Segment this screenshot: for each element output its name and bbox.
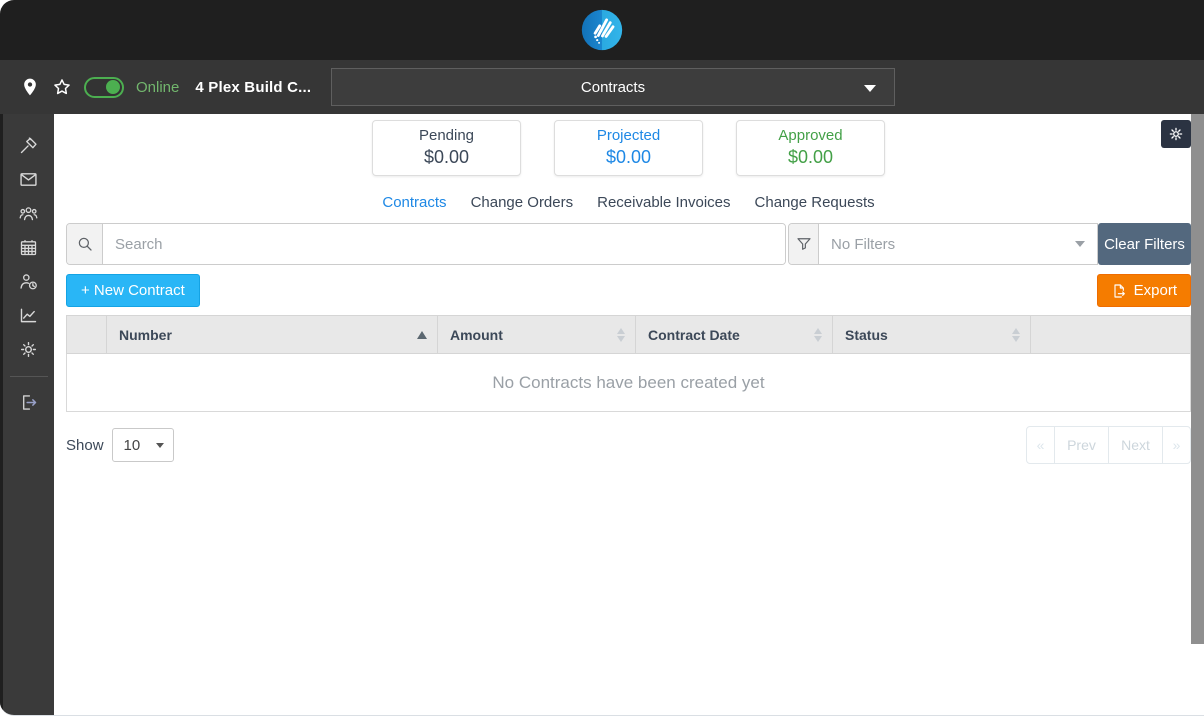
search-icon: [78, 237, 92, 251]
calendar-icon: [20, 239, 37, 255]
export-file-icon: [1114, 283, 1125, 298]
stat-card-pending: Pending $0.00: [372, 120, 521, 176]
contracts-table: Number Amount Contract Date Status No Co…: [66, 315, 1191, 412]
column-actions: [1030, 315, 1191, 354]
stat-value: $0.00: [605, 147, 652, 168]
settings-button[interactable]: [1161, 120, 1191, 148]
actions-row: + New Contract Export: [66, 274, 1191, 307]
show-label: Show: [66, 436, 104, 454]
column-label: Amount: [450, 326, 503, 343]
location-pin-icon[interactable]: [20, 77, 40, 97]
chevron-down-icon: [1075, 241, 1085, 247]
tab-contracts[interactable]: Contracts: [382, 194, 446, 211]
filter-group: No Filters: [788, 223, 1098, 265]
empty-state-row: No Contracts have been created yet: [66, 353, 1191, 412]
tab-receivable-invoices[interactable]: Receivable Invoices: [597, 194, 730, 211]
sort-icon[interactable]: [814, 327, 822, 342]
sidebar-item-time-tracker[interactable]: [3, 264, 54, 298]
column-status[interactable]: Status: [832, 315, 1031, 354]
page-size-select[interactable]: 10: [111, 428, 174, 462]
column-label: Contract Date: [648, 326, 740, 343]
online-toggle[interactable]: [84, 76, 124, 98]
column-label: Status: [845, 326, 888, 343]
sidebar-divider: [9, 376, 48, 377]
sort-icon[interactable]: [1012, 327, 1020, 342]
column-label: Number: [119, 326, 172, 343]
module-dropdown-value: Contracts: [580, 78, 646, 96]
scrollbar-thumb[interactable]: [1191, 114, 1204, 644]
sidebar-item-messages[interactable]: [3, 162, 54, 196]
next-page-button[interactable]: Next: [1108, 426, 1163, 464]
chevron-down-icon: [864, 85, 876, 92]
filter-select[interactable]: No Filters: [819, 224, 1097, 264]
stat-label: Approved: [778, 127, 843, 145]
page-size-group: Show 10: [66, 428, 174, 462]
filter-addon: [789, 224, 819, 264]
toggle-knob: [106, 80, 120, 94]
pagination: « Prev Next »: [1026, 426, 1191, 464]
gear-icon: [1169, 127, 1183, 141]
online-status-label: Online: [136, 78, 180, 96]
empty-state-message: No Contracts have been created yet: [492, 372, 765, 392]
sidebar-item-team[interactable]: [3, 196, 54, 230]
app-window: Online 4 Plex Build C... Contracts Pendi…: [0, 0, 1204, 720]
sidebar-item-reports[interactable]: [3, 298, 54, 332]
stat-card-approved: Approved $0.00: [736, 120, 885, 176]
page-size-value: 10: [123, 436, 141, 454]
column-spacer: [66, 315, 107, 354]
table-footer: Show 10 « Prev Next »: [66, 426, 1191, 464]
star-icon[interactable]: [52, 77, 72, 97]
stat-card-projected: Projected $0.00: [554, 120, 703, 176]
logout-icon: [22, 394, 37, 410]
search-input[interactable]: [103, 224, 785, 264]
sidebar-item-admin[interactable]: [3, 332, 54, 366]
sort-asc-icon[interactable]: [417, 330, 427, 339]
stat-value: $0.00: [423, 147, 470, 168]
project-name[interactable]: 4 Plex Build C...: [195, 79, 311, 96]
sidebar-nav: [0, 114, 54, 715]
clear-filters-button[interactable]: Clear Filters: [1098, 223, 1191, 265]
chart-icon: [20, 308, 37, 322]
export-button-label: Export: [1133, 282, 1177, 299]
column-number[interactable]: Number: [106, 315, 438, 354]
chevron-down-icon: [155, 442, 164, 448]
table-header-row: Number Amount Contract Date Status: [66, 315, 1191, 354]
export-button[interactable]: Export: [1096, 274, 1191, 307]
stat-label: Pending: [418, 127, 475, 145]
last-page-button[interactable]: »: [1162, 426, 1191, 464]
search-filter-row: No Filters Clear Filters: [66, 223, 1191, 265]
search-group: [66, 223, 786, 265]
prev-page-button[interactable]: Prev: [1054, 426, 1109, 464]
sort-icon[interactable]: [617, 327, 625, 342]
team-icon: [19, 206, 38, 220]
sidebar-item-logout[interactable]: [3, 385, 54, 419]
search-addon: [67, 224, 103, 264]
stat-label: Projected: [596, 127, 661, 145]
main-content: Pending $0.00 Projected $0.00 Approved $…: [54, 114, 1204, 715]
sidebar-item-schedule[interactable]: [3, 230, 54, 264]
sidebar-item-jobs[interactable]: [3, 128, 54, 162]
filter-select-value: No Filters: [831, 235, 896, 253]
knowify-logo-icon[interactable]: [580, 8, 624, 52]
project-bar: Online 4 Plex Build C... Contracts: [0, 60, 1204, 114]
tabs-row: Contracts Change Orders Receivable Invoi…: [66, 194, 1191, 211]
module-dropdown[interactable]: Contracts: [331, 68, 895, 106]
summary-cards-row: Pending $0.00 Projected $0.00 Approved $…: [66, 120, 1191, 178]
column-contract-date[interactable]: Contract Date: [635, 315, 833, 354]
column-amount[interactable]: Amount: [437, 315, 636, 354]
hammer-icon: [20, 136, 37, 153]
new-contract-button[interactable]: + New Contract: [66, 274, 200, 307]
first-page-button[interactable]: «: [1026, 426, 1055, 464]
body-row: Pending $0.00 Projected $0.00 Approved $…: [0, 114, 1204, 715]
tab-change-requests[interactable]: Change Requests: [755, 194, 875, 211]
app-shell: Online 4 Plex Build C... Contracts Pendi…: [0, 0, 1204, 716]
envelope-icon: [20, 172, 37, 186]
top-bar: [0, 0, 1204, 60]
funnel-icon: [796, 238, 811, 250]
stat-value: $0.00: [787, 147, 834, 168]
user-clock-icon: [20, 273, 37, 289]
gear-icon: [20, 341, 37, 357]
tab-change-orders[interactable]: Change Orders: [471, 194, 574, 211]
project-bar-left: Online 4 Plex Build C...: [0, 76, 311, 98]
